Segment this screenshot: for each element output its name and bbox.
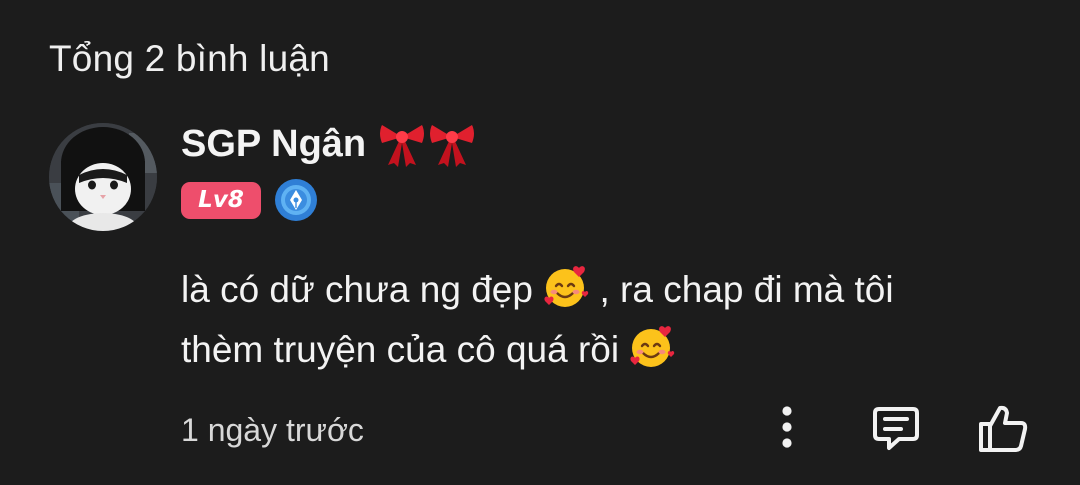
- pen-nib-badge-icon: [275, 179, 317, 221]
- avatar[interactable]: [49, 123, 157, 231]
- ribbon-bow-icon: [430, 125, 475, 167]
- ribbon-bow-icon: [380, 125, 425, 167]
- more-options-button[interactable]: [767, 402, 807, 452]
- comment-text-segment: là có dữ chưa ng đẹp: [181, 269, 533, 310]
- comment-body: là có dữ chưa ng đẹp , ra chap đi mà tôi…: [181, 260, 1041, 380]
- thumbs-up-icon: [979, 405, 1028, 452]
- author-decoration: [378, 119, 476, 169]
- more-vertical-icon: [782, 406, 792, 448]
- comment-text-segment: , ra chap đi mà tôi: [599, 269, 894, 310]
- author-name[interactable]: SGP Ngân: [181, 123, 366, 166]
- author-row: SGP Ngân: [181, 118, 476, 170]
- smiling-face-with-hearts-icon: [630, 326, 675, 367]
- like-button[interactable]: [974, 400, 1032, 458]
- comment-text-segment: thèm truyện của cô quá rồi: [181, 329, 620, 370]
- smiling-face-with-hearts-icon: [544, 266, 589, 307]
- level-badge: Lv8: [181, 181, 261, 219]
- comment-timestamp: 1 ngày trước: [181, 412, 364, 448]
- comment-item: SGP Ngân Lv8 là có dữ chưa ng đẹp , ra c…: [0, 110, 1080, 485]
- comment-icon: [873, 407, 919, 450]
- comments-count-title: Tổng 2 bình luận: [49, 38, 330, 79]
- badge-row: Lv8: [181, 179, 317, 221]
- reply-button[interactable]: [868, 400, 924, 456]
